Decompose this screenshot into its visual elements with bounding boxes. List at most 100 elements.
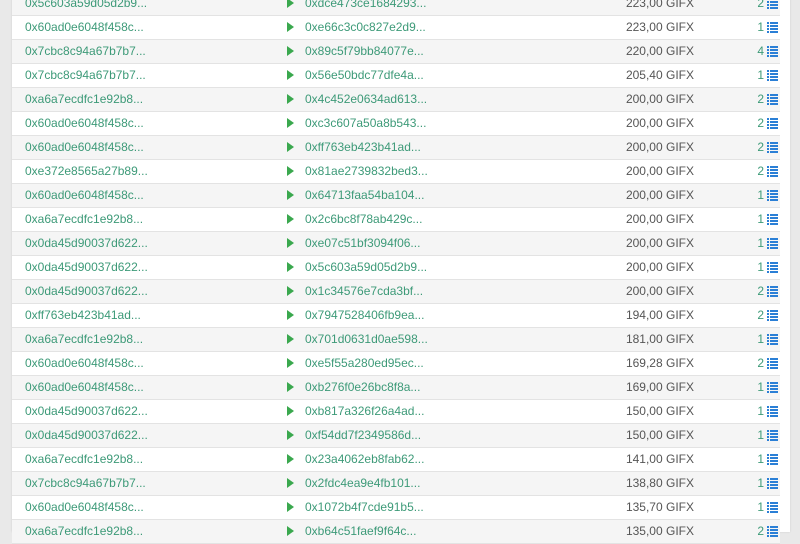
list-icon[interactable] [767, 118, 778, 129]
list-icon[interactable] [767, 406, 778, 417]
transaction-count[interactable]: 2 [757, 280, 764, 303]
transfer-amount: 135,00 GIFX [625, 524, 694, 538]
to-address-link[interactable]: 0x2c6bc8f78ab429c... [305, 208, 422, 231]
from-address-link[interactable]: 0xa6a7ecdfc1e92b8... [25, 328, 143, 351]
list-icon[interactable] [767, 142, 778, 153]
to-address-link[interactable]: 0xe66c3c0c827e2d9... [305, 16, 426, 39]
to-address-link[interactable]: 0xb64c51faef9f64c... [305, 520, 416, 543]
to-address-link[interactable]: 0x5c603a59d05d2b9... [305, 256, 427, 279]
from-address-link[interactable]: 0xe372e8565a27b89... [25, 160, 148, 183]
table-row: 0xa6a7ecdfc1e92b8... 0x701d0631d0ae598...… [12, 328, 780, 352]
list-icon[interactable] [767, 286, 778, 297]
transfers-table: 0x5c603a59d05d2b9... 0xdce473ce1684293...… [12, 0, 780, 544]
transaction-count[interactable]: 1 [757, 448, 764, 471]
transaction-count[interactable]: 1 [757, 208, 764, 231]
list-icon[interactable] [767, 22, 778, 33]
to-address-link[interactable]: 0xe07c51bf3094f06... [305, 232, 420, 255]
from-address-link[interactable]: 0xa6a7ecdfc1e92b8... [25, 88, 143, 111]
list-icon[interactable] [767, 334, 778, 345]
from-address-link[interactable]: 0x60ad0e6048f458c... [25, 184, 144, 207]
from-address-link[interactable]: 0x60ad0e6048f458c... [25, 136, 144, 159]
list-icon[interactable] [767, 214, 778, 225]
from-address-link[interactable]: 0x0da45d90037d622... [25, 280, 148, 303]
list-icon[interactable] [767, 310, 778, 321]
transaction-count[interactable]: 4 [757, 40, 764, 63]
from-address-link[interactable]: 0x7cbc8c94a67b7b7... [25, 64, 146, 87]
transaction-count[interactable]: 1 [757, 424, 764, 447]
transaction-count[interactable]: 2 [757, 0, 764, 15]
transaction-count[interactable]: 2 [757, 160, 764, 183]
to-address-link[interactable]: 0x701d0631d0ae598... [305, 328, 428, 351]
direction-arrow-icon [287, 214, 294, 224]
to-address-link[interactable]: 0x56e50bdc77dfe4a... [305, 64, 424, 87]
to-address-link[interactable]: 0xe5f55a280ed95ec... [305, 352, 424, 375]
from-address-link[interactable]: 0xff763eb423b41ad... [25, 304, 141, 327]
to-address-link[interactable]: 0x64713faa54ba104... [305, 184, 424, 207]
transaction-count[interactable]: 1 [757, 328, 764, 351]
from-address-link[interactable]: 0x0da45d90037d622... [25, 424, 148, 447]
list-icon[interactable] [767, 430, 778, 441]
from-address-link[interactable]: 0x7cbc8c94a67b7b7... [25, 472, 146, 495]
transaction-count[interactable]: 1 [757, 256, 764, 279]
to-address-link[interactable]: 0x89c5f79bb84077e... [305, 40, 424, 63]
transaction-count[interactable]: 2 [757, 136, 764, 159]
to-address-link[interactable]: 0xb817a326f26a4ad... [305, 400, 424, 423]
transfer-amount: 150,00 GIFX [625, 428, 694, 442]
transaction-count[interactable]: 1 [757, 496, 764, 519]
from-address-link[interactable]: 0xa6a7ecdfc1e92b8... [25, 520, 143, 543]
to-address-link[interactable]: 0x1c34576e7cda3bf... [305, 280, 423, 303]
transaction-count[interactable]: 2 [757, 112, 764, 135]
from-address-link[interactable]: 0x0da45d90037d622... [25, 400, 148, 423]
from-address-link[interactable]: 0x60ad0e6048f458c... [25, 376, 144, 399]
list-icon[interactable] [767, 238, 778, 249]
to-address-link[interactable]: 0x4c452e0634ad613... [305, 88, 427, 111]
from-address-link[interactable]: 0x60ad0e6048f458c... [25, 352, 144, 375]
to-address-link[interactable]: 0xb276f0e26bc8f8a... [305, 376, 420, 399]
to-address-link[interactable]: 0xff763eb423b41ad... [305, 136, 421, 159]
transaction-count[interactable]: 1 [757, 376, 764, 399]
transaction-count[interactable]: 2 [757, 352, 764, 375]
transfer-amount: 200,00 GIFX [625, 188, 694, 202]
list-icon[interactable] [767, 70, 778, 81]
transaction-count[interactable]: 1 [757, 16, 764, 39]
list-icon[interactable] [767, 382, 778, 393]
to-address-link[interactable]: 0x23a4062eb8fab62... [305, 448, 424, 471]
to-address-link[interactable]: 0xc3c607a50a8b543... [305, 112, 426, 135]
from-address-link[interactable]: 0x60ad0e6048f458c... [25, 112, 144, 135]
list-icon[interactable] [767, 94, 778, 105]
from-address-link[interactable]: 0x60ad0e6048f458c... [25, 16, 144, 39]
to-address-link[interactable]: 0x2fdc4ea9e4fb101... [305, 472, 420, 495]
transaction-count[interactable]: 2 [757, 304, 764, 327]
from-address-link[interactable]: 0xa6a7ecdfc1e92b8... [25, 208, 143, 231]
list-icon[interactable] [767, 358, 778, 369]
list-icon[interactable] [767, 502, 778, 513]
list-icon[interactable] [767, 0, 778, 9]
transaction-count[interactable]: 2 [757, 520, 764, 543]
list-icon[interactable] [767, 526, 778, 537]
transaction-count[interactable]: 1 [757, 184, 764, 207]
list-icon[interactable] [767, 190, 778, 201]
transaction-count[interactable]: 2 [757, 88, 764, 111]
to-address-link[interactable]: 0x81ae2739832bed3... [305, 160, 428, 183]
transaction-count[interactable]: 1 [757, 232, 764, 255]
from-address-link[interactable]: 0x60ad0e6048f458c... [25, 496, 144, 519]
transaction-count[interactable]: 1 [757, 472, 764, 495]
from-address-link[interactable]: 0x7cbc8c94a67b7b7... [25, 40, 146, 63]
from-address-link[interactable]: 0x5c603a59d05d2b9... [25, 0, 147, 15]
list-icon[interactable] [767, 454, 778, 465]
transaction-count[interactable]: 1 [757, 64, 764, 87]
list-icon[interactable] [767, 478, 778, 489]
to-address-link[interactable]: 0xf54dd7f2349586d... [305, 424, 421, 447]
list-icon[interactable] [767, 166, 778, 177]
to-address-link[interactable]: 0xdce473ce1684293... [305, 0, 426, 15]
transaction-count[interactable]: 1 [757, 400, 764, 423]
list-icon[interactable] [767, 46, 778, 57]
from-address-link[interactable]: 0xa6a7ecdfc1e92b8... [25, 448, 143, 471]
from-address-link[interactable]: 0x0da45d90037d622... [25, 232, 148, 255]
table-row: 0x60ad0e6048f458c... 0xc3c607a50a8b543...… [12, 112, 780, 136]
transfer-amount: 200,00 GIFX [625, 284, 694, 298]
to-address-link[interactable]: 0x1072b4f7cde91b5... [305, 496, 424, 519]
from-address-link[interactable]: 0x0da45d90037d622... [25, 256, 148, 279]
list-icon[interactable] [767, 262, 778, 273]
to-address-link[interactable]: 0x7947528406fb9ea... [305, 304, 424, 327]
